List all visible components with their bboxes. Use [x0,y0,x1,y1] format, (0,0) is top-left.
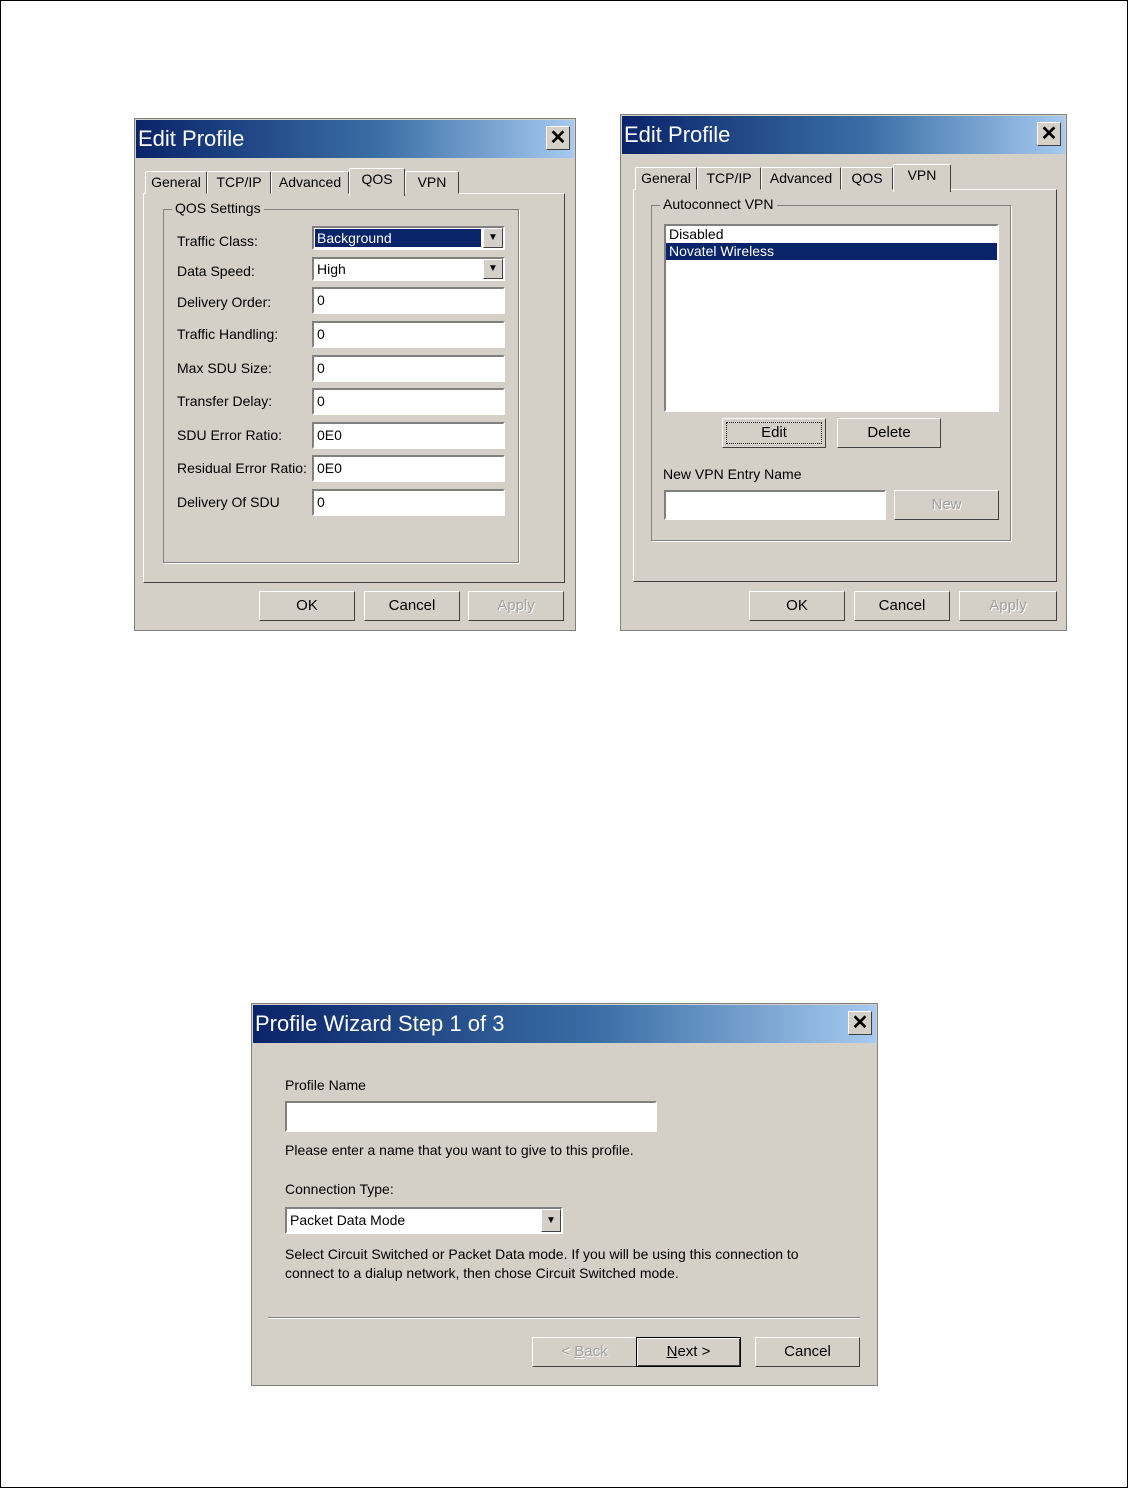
traffic-class-label: Traffic Class: [177,233,258,249]
title-bar: Edit Profile ✕ [622,116,1065,154]
back-prefix: < [561,1343,575,1360]
delivery-of-sdu-input[interactable]: 0 [312,489,505,516]
data-speed-select[interactable]: High ▼ [312,257,505,281]
sdu-error-ratio-input[interactable]: 0E0 [312,422,505,449]
residual-error-ratio-input[interactable]: 0E0 [312,455,505,482]
traffic-handling-input[interactable]: 0 [312,321,505,348]
delivery-order-label: Delivery Order: [177,294,272,310]
tab-general[interactable]: General [145,171,207,194]
cancel-button[interactable]: Cancel [364,591,460,621]
chevron-down-icon[interactable]: ▼ [483,228,503,248]
new-button[interactable]: New [894,490,999,520]
dialog-title: Profile Wizard Step 1 of 3 [255,1011,505,1036]
title-bar: Edit Profile ✕ [136,120,574,158]
qos-settings-legend: QOS Settings [172,200,264,216]
cancel-button[interactable]: Cancel [854,591,950,621]
next-button[interactable]: Next > [636,1337,741,1367]
tab-qos[interactable]: QOS [841,167,893,190]
next-rest: ext > [677,1343,711,1360]
max-sdu-size-input[interactable]: 0 [312,355,505,382]
edit-button[interactable]: Edit [722,418,826,448]
traffic-class-select[interactable]: Background ▼ [312,226,505,250]
close-icon[interactable]: ✕ [848,1011,872,1035]
ok-button[interactable]: OK [749,591,845,621]
autoconnect-vpn-legend: Autoconnect VPN [660,196,777,212]
apply-button[interactable]: Apply [959,591,1057,621]
edit-profile-qos-dialog: Edit Profile ✕ General TCP/IP Advanced Q… [134,118,576,631]
apply-button[interactable]: Apply [468,591,564,621]
profile-name-label: Profile Name [285,1077,366,1093]
data-speed-label: Data Speed: [177,263,255,279]
vpn-list[interactable]: Disabled Novatel Wireless [664,224,999,412]
qos-settings-group: QOS Settings Traffic Class: Background ▼… [163,200,519,563]
autoconnect-vpn-group: Autoconnect VPN Disabled Novatel Wireles… [651,196,1011,541]
back-rest: ack [584,1343,608,1360]
next-accel: N [666,1343,678,1360]
chevron-down-icon[interactable]: ▼ [541,1209,561,1232]
connection-hint-line-1: Select Circuit Switched or Packet Data m… [285,1246,799,1262]
tab-advanced[interactable]: Advanced [271,171,349,194]
tab-strip: General TCP/IP Advanced QOS VPN [635,164,1055,192]
connection-type-label: Connection Type: [285,1181,394,1197]
tab-strip: General TCP/IP Advanced QOS VPN [145,168,565,196]
profile-wizard-dialog: Profile Wizard Step 1 of 3 ✕ Profile Nam… [251,1003,878,1386]
ok-button[interactable]: OK [259,591,355,621]
tab-tcpip[interactable]: TCP/IP [697,167,761,190]
transfer-delay-label: Transfer Delay: [177,393,273,409]
delivery-order-input[interactable]: 0 [312,287,505,314]
max-sdu-size-label: Max SDU Size: [177,360,272,376]
tab-vpn[interactable]: VPN [893,164,951,192]
list-item[interactable]: Disabled [666,226,997,243]
back-accel: B [574,1343,585,1360]
dialog-title: Edit Profile [138,126,245,151]
delete-button[interactable]: Delete [837,418,941,448]
tab-vpn[interactable]: VPN [405,171,459,194]
edit-profile-vpn-dialog: Edit Profile ✕ General TCP/IP Advanced Q… [620,114,1067,631]
profile-name-hint: Please enter a name that you want to giv… [285,1142,634,1158]
delivery-of-sdu-label: Delivery Of SDU [177,494,280,510]
new-vpn-entry-name-input[interactable] [664,490,886,520]
tab-general[interactable]: General [635,167,697,190]
tab-advanced[interactable]: Advanced [761,167,841,190]
divider [268,1317,860,1319]
traffic-class-value: Background [315,229,481,247]
back-button[interactable]: < Back [532,1337,637,1367]
data-speed-value: High [317,261,346,277]
close-icon[interactable]: ✕ [1037,122,1061,146]
residual-error-ratio-label: Residual Error Ratio: [177,460,307,476]
profile-name-input[interactable] [285,1101,657,1132]
chevron-down-icon[interactable]: ▼ [483,259,503,279]
cancel-button[interactable]: Cancel [755,1337,860,1367]
connection-hint-line-2: connect to a dialup network, then chose … [285,1265,679,1281]
new-vpn-entry-name-label: New VPN Entry Name [663,466,802,482]
close-icon[interactable]: ✕ [546,126,570,150]
connection-type-value: Packet Data Mode [290,1212,406,1228]
title-bar: Profile Wizard Step 1 of 3 ✕ [253,1005,876,1043]
dialog-title: Edit Profile [624,122,731,147]
list-item[interactable]: Novatel Wireless [666,243,997,260]
traffic-handling-label: Traffic Handling: [177,326,279,342]
tab-tcpip[interactable]: TCP/IP [207,171,271,194]
tab-qos[interactable]: QOS [349,168,405,196]
transfer-delay-input[interactable]: 0 [312,388,505,415]
connection-type-select[interactable]: Packet Data Mode ▼ [285,1207,563,1234]
sdu-error-ratio-label: SDU Error Ratio: [177,427,283,443]
